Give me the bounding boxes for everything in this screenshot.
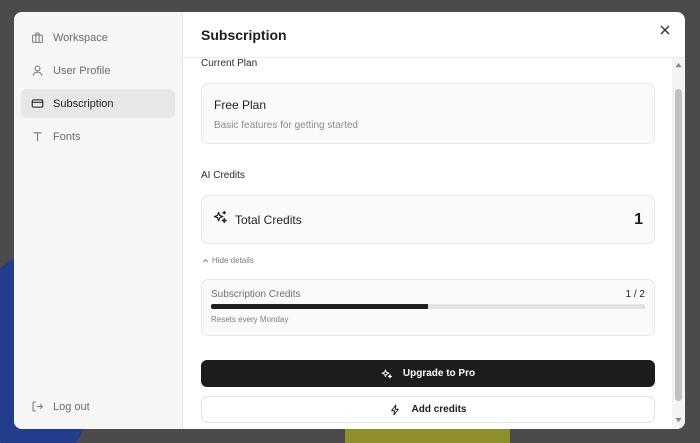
current-plan-heading: Current Plan <box>201 58 258 69</box>
logout-label: Log out <box>53 400 90 413</box>
upgrade-label: Upgrade to Pro <box>402 368 476 379</box>
add-credits-button[interactable]: Add credits <box>201 396 655 423</box>
sidebar-item-label: Workspace <box>53 31 108 44</box>
hide-details-toggle[interactable]: Hide details <box>202 256 254 265</box>
credits-progress-fill <box>211 304 428 309</box>
settings-content: Subscription Current Plan Free Plan Basi… <box>183 12 685 429</box>
close-button[interactable] <box>657 22 673 38</box>
sidebar-item-label: Fonts <box>53 130 81 143</box>
sidebar-item-label: User Profile <box>53 64 111 77</box>
sparkles-icon <box>213 210 228 230</box>
sidebar-item-fonts[interactable]: Fonts <box>21 122 175 151</box>
total-credits-label: Total Credits <box>235 212 302 227</box>
settings-sidebar: Workspace User Profile Subscription Font… <box>14 12 183 429</box>
subscription-panel: Current Plan Free Plan Basic features fo… <box>201 58 655 429</box>
plan-name: Free Plan <box>214 98 267 112</box>
scrollbar-thumb[interactable] <box>675 89 682 401</box>
lightning-icon <box>391 404 400 415</box>
upgrade-to-pro-button[interactable]: Upgrade to Pro <box>201 360 655 387</box>
logout-button[interactable]: Log out <box>21 392 175 421</box>
total-credits-card: Total Credits 1 <box>201 195 655 244</box>
reset-note: Resets every Monday <box>211 315 289 324</box>
page-title: Subscription <box>201 26 287 43</box>
subscription-credits-count: 1 / 2 <box>625 289 645 300</box>
total-credits-value: 1 <box>634 210 643 228</box>
close-icon <box>660 25 670 35</box>
scroll-down-arrow-icon[interactable] <box>675 417 682 423</box>
add-credits-label: Add credits <box>411 404 467 415</box>
sidebar-item-label: Subscription <box>53 97 114 110</box>
chevron-up-icon <box>202 258 209 263</box>
background-shape <box>345 428 510 443</box>
sparkles-icon <box>381 368 393 379</box>
type-icon <box>30 130 44 144</box>
hide-details-label: Hide details <box>212 256 254 265</box>
sidebar-item-subscription[interactable]: Subscription <box>21 89 175 118</box>
user-icon <box>30 64 44 78</box>
subscription-credits-label: Subscription Credits <box>211 289 301 300</box>
sidebar-item-workspace[interactable]: Workspace <box>21 23 175 52</box>
plan-card: Free Plan Basic features for getting sta… <box>201 83 655 144</box>
credit-card-icon <box>30 97 44 111</box>
settings-modal: Workspace User Profile Subscription Font… <box>14 12 685 429</box>
subscription-credits-card: Subscription Credits 1 / 2 Resets every … <box>201 279 655 336</box>
briefcase-icon <box>30 31 44 45</box>
modal-header: Subscription <box>183 12 685 58</box>
ai-credits-heading: AI Credits <box>201 170 245 181</box>
scroll-up-arrow-icon[interactable] <box>675 62 682 68</box>
sidebar-item-user-profile[interactable]: User Profile <box>21 56 175 85</box>
plan-description: Basic features for getting started <box>214 120 358 131</box>
logout-icon <box>30 400 44 414</box>
credits-progress-bar <box>211 304 645 309</box>
